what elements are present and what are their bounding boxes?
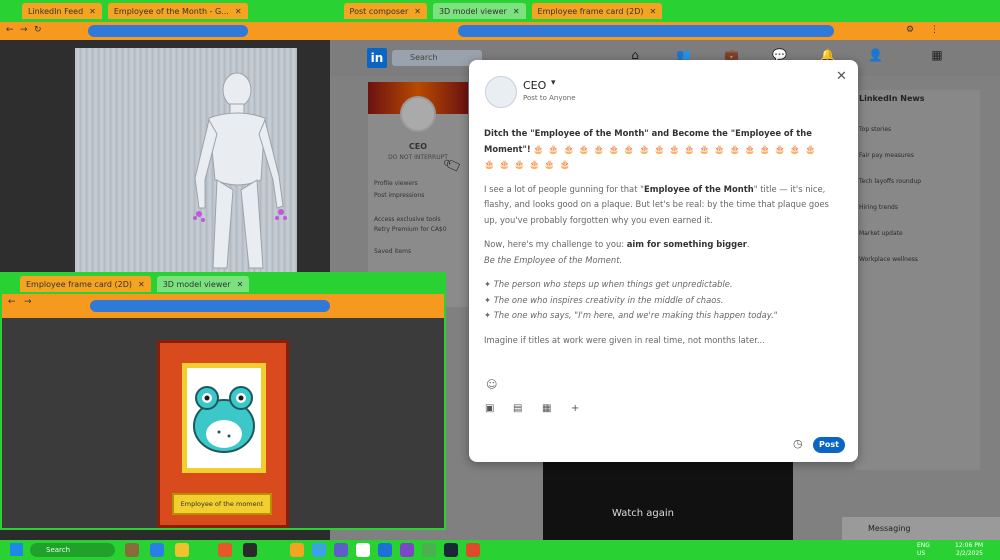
frog-illustration <box>187 368 261 468</box>
news-item[interactable]: Top stories <box>859 126 891 133</box>
news-item[interactable]: Hiring trends <box>859 204 898 211</box>
bullet-icon: ✦ <box>484 279 494 289</box>
taskbar: Search ENG US 12:06 PM 2/2/2025 <box>0 540 1000 560</box>
bullet-icon: ✦ <box>484 310 494 320</box>
emoji-row: 🎂 🎂 🎂 🎂 🎂 🎂 🎂 🎂 🎂 🎂 🎂 🎂 🎂 🎂 🎂 🎂 🎂 🎂 🎂 🎂 … <box>484 143 817 170</box>
windows-start-icon[interactable] <box>10 543 23 556</box>
author-name[interactable]: CEO <box>523 79 546 92</box>
firefox-icon[interactable] <box>218 543 232 557</box>
app-icon[interactable] <box>150 543 164 557</box>
reload-icon[interactable]: ↻ <box>34 25 42 35</box>
audience-label[interactable]: Post to Anyone <box>523 94 576 102</box>
card-picture-frame <box>182 363 266 473</box>
address-field[interactable] <box>88 25 248 37</box>
profile-stat[interactable]: Post impressions <box>374 192 424 199</box>
app-icon[interactable] <box>378 543 392 557</box>
model-viewer-window <box>0 40 330 274</box>
mannequin-figure <box>193 72 287 269</box>
back-icon[interactable]: ← <box>8 297 16 307</box>
browser-tab[interactable]: Post composer ✕ <box>343 3 427 19</box>
close-icon[interactable]: ✕ <box>237 280 244 289</box>
language-indicator[interactable]: ENG US <box>917 542 930 558</box>
browser-tab[interactable]: 3D model viewer ✕ <box>432 3 526 19</box>
address-bar-row: ← → ↻ ⚙ ⋮ <box>0 22 1000 40</box>
close-icon[interactable]: ✕ <box>414 7 421 16</box>
browser-tab-strip: Employee frame card (2D) ✕ 3D model viewe… <box>2 274 444 294</box>
address-field[interactable] <box>90 300 330 312</box>
profile-name[interactable]: CEO <box>368 142 468 151</box>
browser-tab[interactable]: 3D model viewer ✕ <box>156 276 250 292</box>
back-icon[interactable]: ← <box>6 25 14 35</box>
grid-icon[interactable]: ▦ <box>930 48 944 62</box>
messaging-bar[interactable]: Messaging <box>842 517 1000 541</box>
emoji-icon[interactable]: ☺ <box>486 378 497 391</box>
browser-tab[interactable]: LinkedIn Feed ✕ <box>22 3 102 19</box>
schedule-clock-icon[interactable]: ◷ <box>793 437 803 450</box>
address-bar-row: ← → <box>2 294 444 318</box>
watch-again-label[interactable]: Watch again <box>543 508 743 519</box>
calendar-icon[interactable]: ▦ <box>542 403 551 414</box>
app-icon[interactable] <box>243 543 257 557</box>
close-icon[interactable]: ✕ <box>836 69 847 84</box>
card-title: Employee of the moment <box>172 493 272 515</box>
profile-stat[interactable]: Profile viewers <box>374 180 418 187</box>
premium-link[interactable]: Retry Premium for CA$0 <box>374 226 447 233</box>
news-sidebar: LinkedIn News Top stories Fair pay measu… <box>855 90 980 470</box>
profile-icon[interactable]: 👤 <box>868 48 883 62</box>
plus-icon[interactable]: + <box>571 403 579 414</box>
video-icon[interactable]: ▣ <box>485 403 494 414</box>
taskbar-search[interactable]: Search <box>30 543 115 557</box>
linkedin-logo[interactable]: in <box>367 48 387 68</box>
close-icon[interactable]: ✕ <box>138 280 145 289</box>
post-button[interactable]: Post <box>813 437 845 453</box>
app-icon[interactable] <box>466 543 480 557</box>
news-title: LinkedIn News <box>859 94 925 103</box>
app-icon[interactable] <box>125 543 139 557</box>
browser-tab[interactable]: Employee of the Month - G... ✕ <box>107 3 248 19</box>
bullet-icon: ✦ <box>484 294 494 305</box>
post-text-area[interactable]: Ditch the "Employee of the Month" and Be… <box>484 126 829 368</box>
saved-items-link[interactable]: Saved items <box>374 248 411 255</box>
card-canvas: Employee of the moment <box>2 318 444 528</box>
frog-icon <box>193 386 255 453</box>
close-icon[interactable]: ✕ <box>235 7 242 16</box>
close-icon[interactable]: ✕ <box>650 7 657 16</box>
secondary-browser-window: Employee frame card (2D) ✕ 3D model viewe… <box>0 272 446 530</box>
avatar[interactable] <box>400 96 436 132</box>
employee-card: Employee of the moment <box>157 340 289 528</box>
premium-promo: Access exclusive tools <box>374 216 441 223</box>
avatar <box>485 76 517 108</box>
browser-tab[interactable]: Employee frame card (2D) ✕ <box>20 276 151 292</box>
folder-icon[interactable] <box>175 543 189 557</box>
forward-icon[interactable]: → <box>24 297 32 307</box>
search-input[interactable]: Search <box>392 50 482 66</box>
app-icon[interactable] <box>400 543 414 557</box>
model-viewport[interactable] <box>75 48 297 274</box>
forward-icon[interactable]: → <box>20 25 28 35</box>
post-composer-modal: CEO ▾ Post to Anyone ✕ Ditch the "Employ… <box>469 60 858 462</box>
system-clock[interactable]: 12:06 PM 2/2/2025 <box>955 542 983 558</box>
browser-tab-strip: LinkedIn Feed ✕ Employee of the Month - G… <box>0 0 1000 22</box>
address-field[interactable] <box>458 25 834 37</box>
chrome-icon[interactable] <box>356 543 370 557</box>
news-item[interactable]: Workplace wellness <box>859 256 918 263</box>
app-icon[interactable] <box>334 543 348 557</box>
browser-tab[interactable]: Employee frame card (2D) ✕ <box>531 3 663 19</box>
news-item[interactable]: Tech layoffs roundup <box>859 178 921 185</box>
chevron-down-icon[interactable]: ▾ <box>551 78 556 88</box>
news-item[interactable]: Market update <box>859 230 903 237</box>
app-icon[interactable] <box>290 543 304 557</box>
news-item[interactable]: Fair pay measures <box>859 152 914 159</box>
menu-icon[interactable]: ⋮ <box>930 25 939 35</box>
close-icon[interactable]: ✕ <box>89 7 96 16</box>
image-icon[interactable]: ▤ <box>513 403 522 414</box>
close-icon[interactable]: ✕ <box>513 7 520 16</box>
extension-icon[interactable]: ⚙ <box>906 25 914 35</box>
app-icon[interactable] <box>312 543 326 557</box>
steam-icon[interactable] <box>444 543 458 557</box>
app-icon[interactable] <box>422 543 436 557</box>
